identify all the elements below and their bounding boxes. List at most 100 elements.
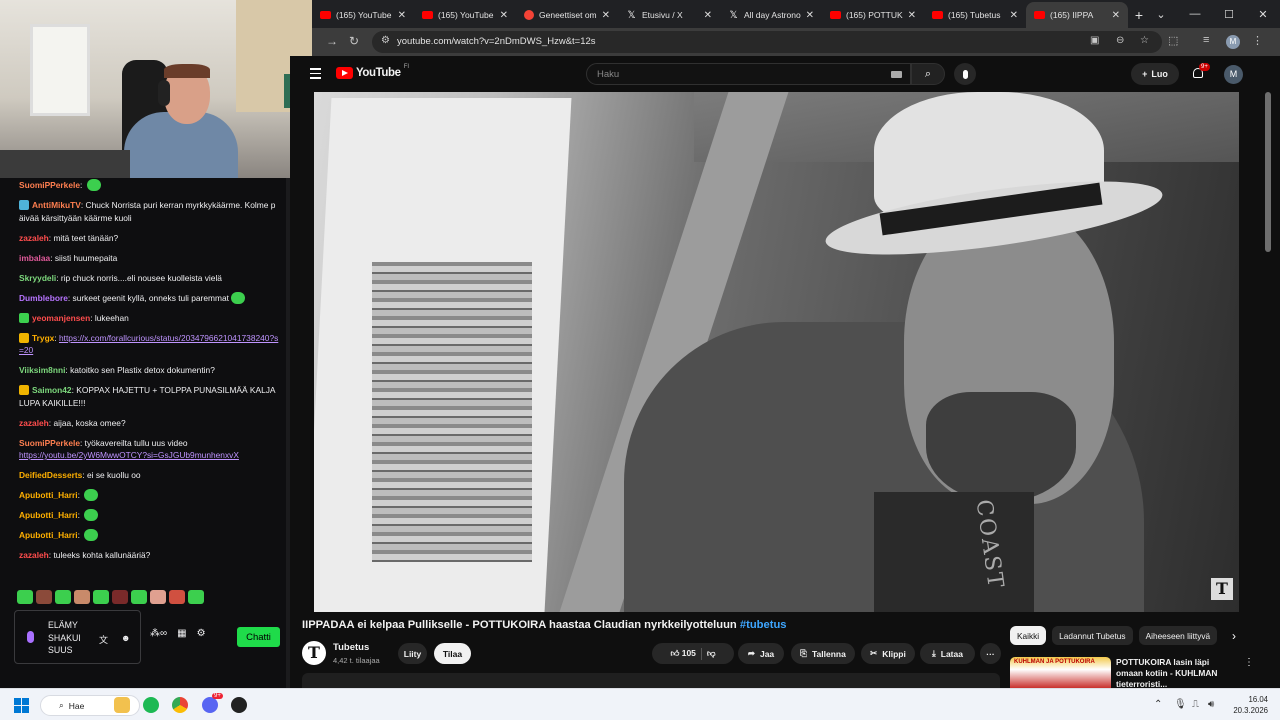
tab-close-icon[interactable]: ✕: [908, 10, 916, 21]
menu-hamburger-icon[interactable]: [310, 68, 321, 82]
tab-close-icon[interactable]: ✕: [806, 10, 814, 21]
filter-chip[interactable]: Kaikki: [1010, 626, 1047, 645]
chat-badge-icon[interactable]: [19, 312, 29, 323]
like-button[interactable]: 👍︎ 105: [670, 648, 695, 659]
search-button[interactable]: ⌕: [911, 63, 945, 85]
zoom-icon[interactable]: ⊖: [1116, 35, 1124, 46]
browser-tab[interactable]: 𝕏 All day Astrono ✕: [720, 2, 822, 28]
close-window-button[interactable]: ✕: [1246, 0, 1280, 28]
install-app-icon[interactable]: ▣: [1090, 35, 1099, 46]
emote-icon[interactable]: [93, 590, 109, 604]
bits-icon[interactable]: ⁂∞: [150, 628, 167, 639]
voice-search-button[interactable]: [954, 63, 976, 85]
network-icon[interactable]: ⎍: [1192, 699, 1199, 710]
emote-icon[interactable]: [131, 590, 147, 604]
shop-icon[interactable]: ▦: [177, 628, 186, 639]
browser-menu-icon[interactable]: ⋮: [1252, 34, 1263, 47]
chat-username[interactable]: SuomiPPerkele: [19, 438, 80, 448]
chat-username[interactable]: AnttiMikuTV: [32, 200, 81, 210]
tab-close-icon[interactable]: ✕: [500, 10, 508, 21]
browser-tab[interactable]: (165) YouTube ✕: [414, 2, 516, 28]
page-scrollbar[interactable]: [1265, 92, 1271, 252]
chrome-icon[interactable]: [172, 697, 188, 713]
windows-start-icon[interactable]: [14, 698, 29, 713]
reload-icon[interactable]: ↻: [349, 34, 359, 48]
description-box[interactable]: [302, 673, 1000, 688]
discord-icon[interactable]: [202, 697, 218, 713]
chat-badge-icon[interactable]: [19, 200, 29, 210]
channel-watermark[interactable]: T: [1211, 578, 1233, 600]
chat-send-button[interactable]: Chatti: [237, 627, 280, 647]
share-button[interactable]: ➦ Jaa: [738, 643, 784, 664]
volume-icon[interactable]: 🔊︎: [1208, 699, 1214, 710]
tray-chevron-icon[interactable]: ⌃: [1154, 699, 1162, 710]
emote-icon[interactable]: [112, 590, 128, 604]
subscribe-button[interactable]: Tilaa: [434, 643, 471, 664]
emote-icon[interactable]: [169, 590, 185, 604]
chat-username[interactable]: Apubotti_Harri: [19, 510, 78, 520]
chat-badge-icon[interactable]: [19, 385, 29, 395]
chat-username[interactable]: DeifiedDesserts: [19, 470, 82, 480]
maximize-button[interactable]: ☐: [1212, 0, 1246, 28]
chat-username[interactable]: imbalaa: [19, 253, 50, 263]
microphone-tray-icon[interactable]: 🎙︎: [1174, 699, 1187, 710]
minimize-button[interactable]: —: [1178, 0, 1212, 28]
save-button[interactable]: ⎘ Tallenna: [791, 643, 855, 664]
chat-username[interactable]: Viiksim8nni: [19, 365, 65, 375]
recommended-more-icon[interactable]: ⋮: [1244, 657, 1254, 668]
video-player[interactable]: COAST T: [314, 92, 1239, 612]
notifications-bell-icon[interactable]: 9+: [1192, 63, 1210, 80]
chat-username[interactable]: Trygx: [32, 333, 54, 343]
address-bar[interactable]: ⚙ youtube.com/watch?v=2nDmDWS_Hzw&t=12s …: [372, 31, 1162, 53]
create-button[interactable]: + Luo: [1131, 63, 1179, 85]
chat-username[interactable]: zazaleh: [19, 233, 49, 243]
filter-chip[interactable]: Ladannut Tubetus: [1052, 626, 1133, 645]
channel-avatar[interactable]: T: [302, 641, 326, 665]
emote-icon[interactable]: [74, 590, 90, 604]
chat-badge-icon[interactable]: [19, 332, 29, 343]
dislike-button[interactable]: 👎︎: [707, 648, 716, 659]
join-button[interactable]: Liity: [398, 643, 427, 664]
emote-icon[interactable]: [36, 590, 52, 604]
chat-username[interactable]: SuomiPPerkele: [19, 180, 80, 190]
browser-tab[interactable]: 𝕏 Etusivu / X ✕: [618, 2, 720, 28]
emote-icon[interactable]: [17, 590, 33, 604]
spotify-icon[interactable]: [143, 697, 159, 713]
download-button[interactable]: ⤓ Lataa: [920, 643, 975, 664]
browser-tab[interactable]: (165) Tubetus ✕: [924, 2, 1026, 28]
search-input[interactable]: Haku: [586, 63, 911, 85]
mic-icon[interactable]: [27, 631, 34, 643]
browser-tab[interactable]: (165) YouTube ✕: [312, 2, 414, 28]
chat-username[interactable]: yeomanjensen: [32, 313, 90, 323]
reading-list-icon[interactable]: ≡: [1203, 34, 1209, 46]
filter-chip[interactable]: Aiheeseen liittyvä: [1138, 626, 1218, 645]
forward-arrow-icon[interactable]: →: [326, 34, 338, 48]
profile-avatar[interactable]: M: [1226, 35, 1240, 49]
chat-username[interactable]: Dumblebore: [19, 293, 68, 303]
chat-username[interactable]: Saimon42: [32, 385, 72, 395]
chat-link[interactable]: https://x.com/forallcurious/status/20347…: [19, 333, 278, 356]
clip-button[interactable]: ✂ Klippi: [861, 643, 915, 664]
video-hashtag[interactable]: #tubetus: [740, 619, 787, 631]
account-avatar[interactable]: M: [1224, 65, 1243, 84]
recommended-video-title[interactable]: POTTUKOIRA lasin läpi omaan kotiin - KUH…: [1116, 657, 1228, 690]
tab-close-icon[interactable]: ✕: [704, 10, 712, 21]
chat-message-list[interactable]: SuomiPPerkele: AnttiMikuTV: Chuck Norris…: [0, 178, 290, 582]
file-explorer-icon[interactable]: [114, 697, 130, 713]
chevron-right-icon[interactable]: ›: [1232, 629, 1236, 643]
tab-close-icon[interactable]: ✕: [398, 10, 406, 21]
tab-search-icon[interactable]: ⌄: [1144, 0, 1178, 28]
keyboard-icon[interactable]: [891, 71, 902, 78]
chat-link[interactable]: https://youtu.be/2yW6MwwOTCY?si=GsJGUb9m…: [19, 450, 239, 460]
settings-gear-icon[interactable]: ⚙: [197, 628, 206, 639]
browser-tab[interactable]: (165) IIPPA ✕: [1026, 2, 1128, 28]
chat-username[interactable]: Skryydeli: [19, 273, 56, 283]
extensions-icon[interactable]: ⬚: [1168, 34, 1178, 47]
chat-input[interactable]: ELÄMY SHAKUI SUUS 文 ☻: [14, 610, 141, 664]
channel-name[interactable]: Tubetus: [333, 642, 369, 653]
taskbar-clock[interactable]: 16.04 20.3.2026: [1224, 695, 1268, 716]
browser-tab[interactable]: Geneettiset om ✕: [516, 2, 618, 28]
bookmark-star-icon[interactable]: ☆: [1140, 35, 1149, 46]
chat-username[interactable]: zazaleh: [19, 418, 49, 428]
emote-icon[interactable]: [55, 590, 71, 604]
